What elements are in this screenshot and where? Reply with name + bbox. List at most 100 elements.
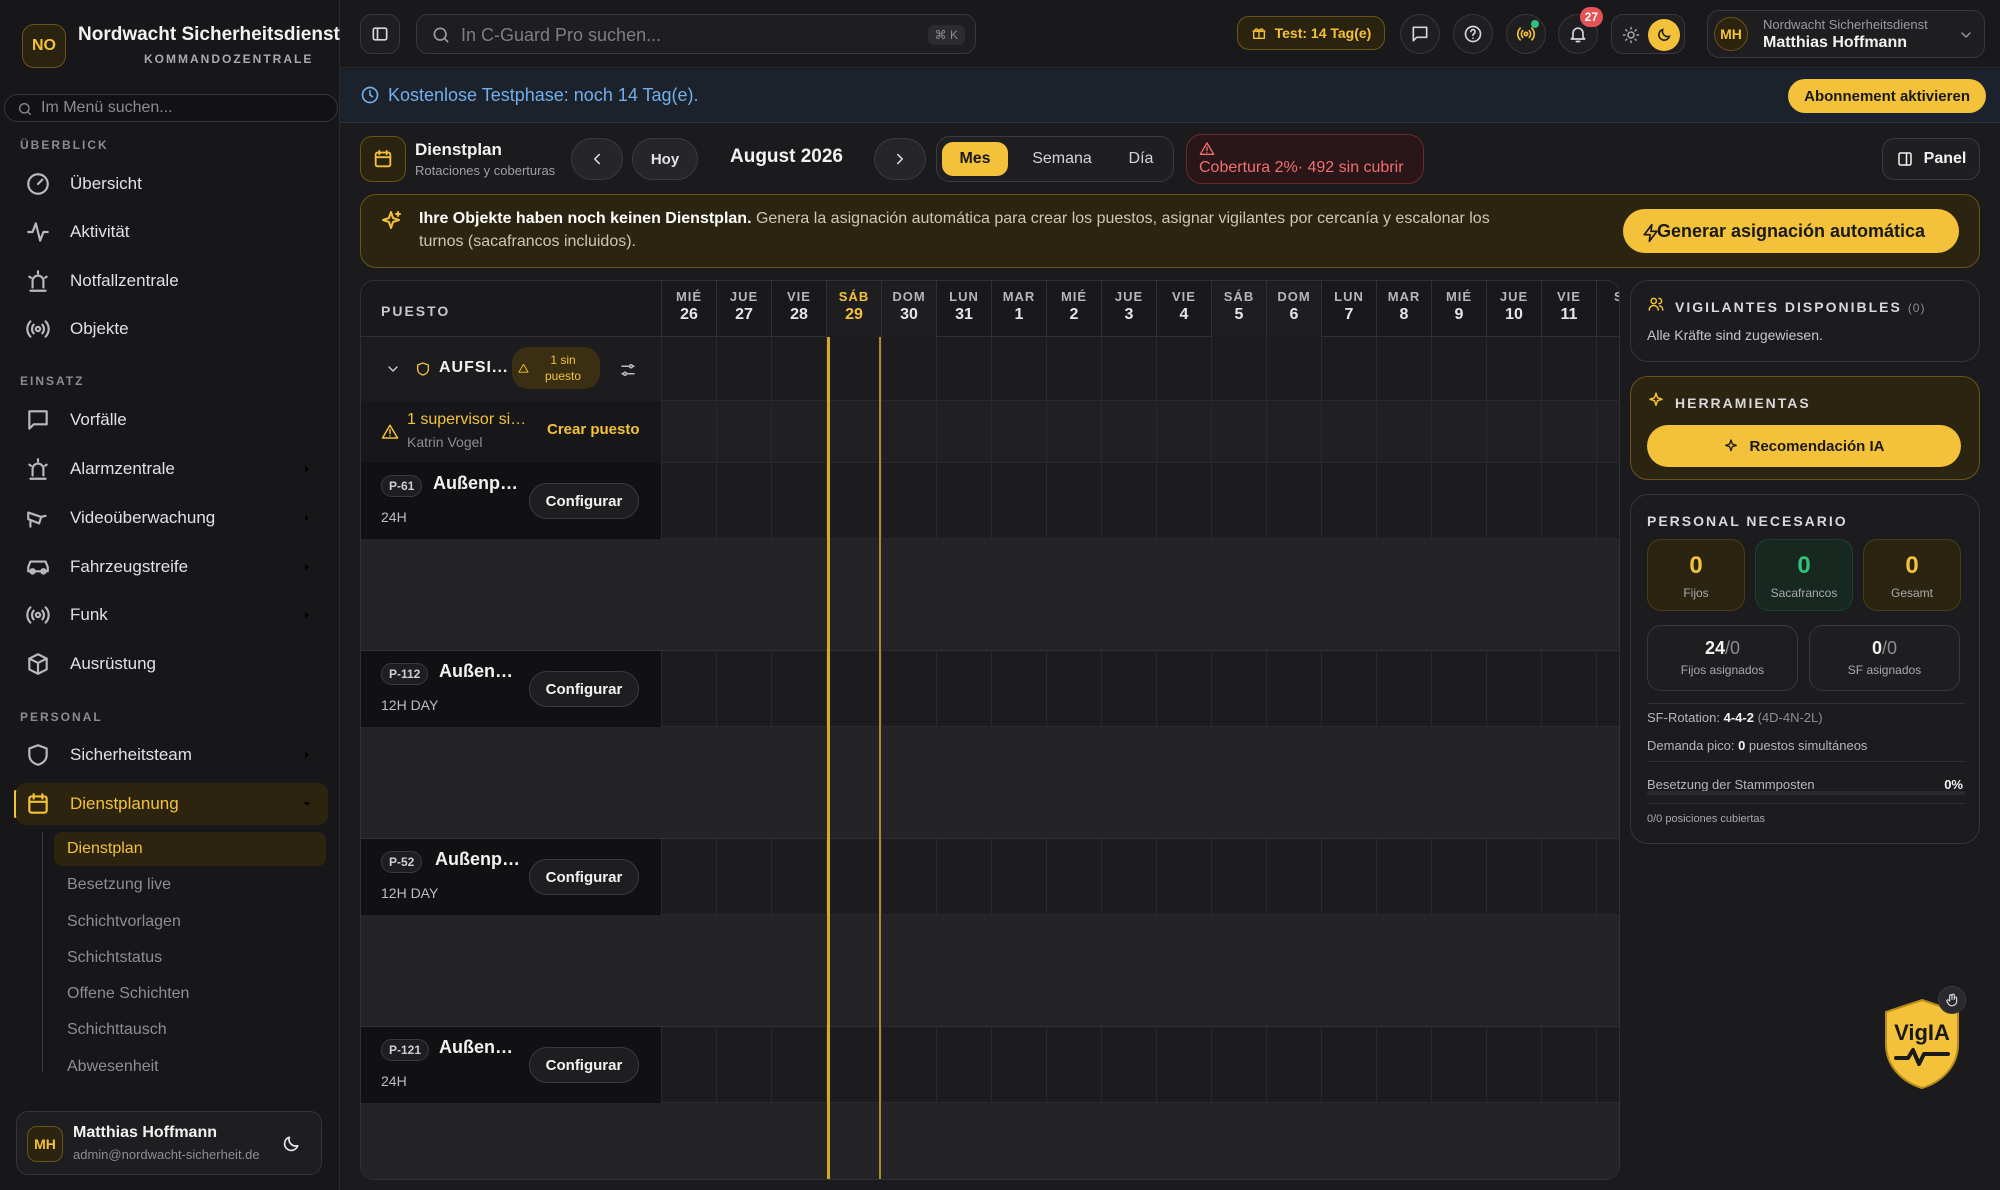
schedule-cell[interactable] <box>1376 1027 1431 1103</box>
schedule-cell[interactable] <box>881 463 936 539</box>
account-menu[interactable]: MH Nordwacht Sicherheitsdienst Matthias … <box>1707 10 1985 58</box>
group-header[interactable]: AUFSI... 1 sin puesto <box>361 337 661 401</box>
sidebar-item-alarmzentrale[interactable]: Alarmzentrale <box>16 448 328 490</box>
schedule-cell[interactable] <box>1156 337 1211 401</box>
schedule-cell[interactable] <box>1266 651 1321 727</box>
schedule-cell[interactable] <box>1266 839 1321 915</box>
menu-search[interactable] <box>4 94 338 122</box>
schedule-cell[interactable] <box>771 651 826 727</box>
moon-icon[interactable] <box>281 1134 301 1154</box>
schedule-cell[interactable] <box>1431 839 1486 915</box>
schedule-cell[interactable] <box>1101 401 1156 463</box>
schedule-cell[interactable] <box>1046 337 1101 401</box>
schedule-cell[interactable] <box>1376 839 1431 915</box>
schedule-cell[interactable] <box>771 839 826 915</box>
schedule-cell[interactable] <box>936 839 991 915</box>
schedule-cell[interactable] <box>1211 839 1266 915</box>
schedule-cell[interactable] <box>661 651 716 727</box>
schedule-cell[interactable] <box>716 1027 771 1103</box>
schedule-cell[interactable] <box>881 651 936 727</box>
tab-week[interactable]: Semana <box>1017 142 1107 176</box>
schedule-cell[interactable] <box>1486 463 1541 539</box>
notifications-button[interactable]: 27 <box>1558 7 1603 54</box>
sidebar-item-aktivitaet[interactable]: Aktivität <box>16 211 328 253</box>
schedule-cell[interactable] <box>1101 1027 1156 1103</box>
schedule-cell[interactable] <box>1431 337 1486 401</box>
schedule-cell[interactable] <box>1046 839 1101 915</box>
schedule-cell[interactable] <box>716 337 771 401</box>
sidebar-item-vorfaelle[interactable]: Vorfälle <box>16 399 328 441</box>
schedule-cell[interactable] <box>1541 401 1596 463</box>
schedule-cell[interactable] <box>1266 463 1321 539</box>
schedule-cell[interactable] <box>661 839 716 915</box>
schedule-cell[interactable] <box>771 401 826 463</box>
schedule-cell[interactable] <box>1321 839 1376 915</box>
schedule-cell[interactable] <box>1486 337 1541 401</box>
radio-status-button[interactable] <box>1506 14 1546 54</box>
global-search[interactable]: ⌘ K <box>416 14 976 54</box>
sidebar-subitem-besetzung-live[interactable]: Besetzung live <box>54 868 326 902</box>
schedule-cell[interactable] <box>936 651 991 727</box>
sidebar-item-sicherheitsteam[interactable]: Sicherheitsteam <box>16 734 328 776</box>
schedule-cell[interactable] <box>991 1027 1046 1103</box>
messages-button[interactable] <box>1400 14 1440 54</box>
schedule-cell[interactable] <box>1486 401 1541 463</box>
schedule-cell[interactable] <box>1596 401 1619 463</box>
coverage-badge[interactable]: Cobertura 2%· 492 sin cubrir <box>1186 134 1424 184</box>
schedule-cell[interactable] <box>881 337 936 401</box>
sidebar-subitem-schichtvorlagen[interactable]: Schichtvorlagen <box>54 905 326 939</box>
schedule-cell[interactable] <box>716 651 771 727</box>
schedule-cell[interactable] <box>661 337 716 401</box>
sidebar-item-uebersicht[interactable]: Übersicht <box>16 163 328 205</box>
menu-search-input[interactable] <box>41 97 321 119</box>
schedule-cell[interactable] <box>1046 1027 1101 1103</box>
schedule-cell[interactable] <box>1541 337 1596 401</box>
schedule-cell[interactable] <box>1156 839 1211 915</box>
schedule-cell[interactable] <box>1486 651 1541 727</box>
schedule-cell[interactable] <box>881 839 936 915</box>
schedule-cell[interactable] <box>661 463 716 539</box>
sliders-icon[interactable] <box>619 361 637 379</box>
schedule-cell[interactable] <box>1211 337 1266 401</box>
schedule-cell[interactable] <box>936 401 991 463</box>
sidebar-item-funk[interactable]: Funk <box>16 594 328 636</box>
schedule-cell[interactable] <box>1376 651 1431 727</box>
schedule-cell[interactable] <box>771 1027 826 1103</box>
schedule-cell[interactable] <box>1596 1027 1619 1103</box>
schedule-cell[interactable] <box>1431 651 1486 727</box>
schedule-cell[interactable] <box>1486 839 1541 915</box>
schedule-cell[interactable] <box>661 401 716 463</box>
sidebar-subitem-dienstplan[interactable]: Dienstplan <box>54 832 326 866</box>
schedule-cell[interactable] <box>991 463 1046 539</box>
schedule-cell[interactable] <box>881 401 936 463</box>
schedule-cell[interactable] <box>1101 839 1156 915</box>
schedule-cell[interactable] <box>1376 463 1431 539</box>
schedule-cell[interactable] <box>936 463 991 539</box>
tab-day[interactable]: Día <box>1113 142 1169 176</box>
help-button[interactable] <box>1453 14 1493 54</box>
schedule-cell[interactable] <box>881 1027 936 1103</box>
schedule-cell[interactable] <box>661 1027 716 1103</box>
sidebar-subitem-offene-schichten[interactable]: Offene Schichten <box>54 977 326 1011</box>
schedule-cell[interactable] <box>1486 1027 1541 1103</box>
schedule-cell[interactable] <box>1101 651 1156 727</box>
schedule-cell[interactable] <box>991 337 1046 401</box>
schedule-cell[interactable] <box>1156 1027 1211 1103</box>
schedule-cell[interactable] <box>991 651 1046 727</box>
tab-month[interactable]: Mes <box>942 142 1008 176</box>
schedule-cell[interactable] <box>1101 337 1156 401</box>
schedule-cell[interactable] <box>1376 401 1431 463</box>
configure-button[interactable]: Configurar <box>529 671 639 707</box>
schedule-cell[interactable] <box>936 1027 991 1103</box>
schedule-cell[interactable] <box>1046 463 1101 539</box>
schedule-cell[interactable] <box>1211 401 1266 463</box>
schedule-cell[interactable] <box>1596 337 1619 401</box>
schedule-cell[interactable] <box>1321 463 1376 539</box>
schedule-cell[interactable] <box>1046 651 1101 727</box>
schedule-cell[interactable] <box>1211 463 1266 539</box>
sidebar-toggle-button[interactable] <box>360 14 400 54</box>
next-month-button[interactable] <box>874 138 926 180</box>
create-post-link[interactable]: Crear puesto <box>547 421 640 438</box>
schedule-cell[interactable] <box>826 463 881 539</box>
schedule-cell[interactable] <box>1266 1027 1321 1103</box>
